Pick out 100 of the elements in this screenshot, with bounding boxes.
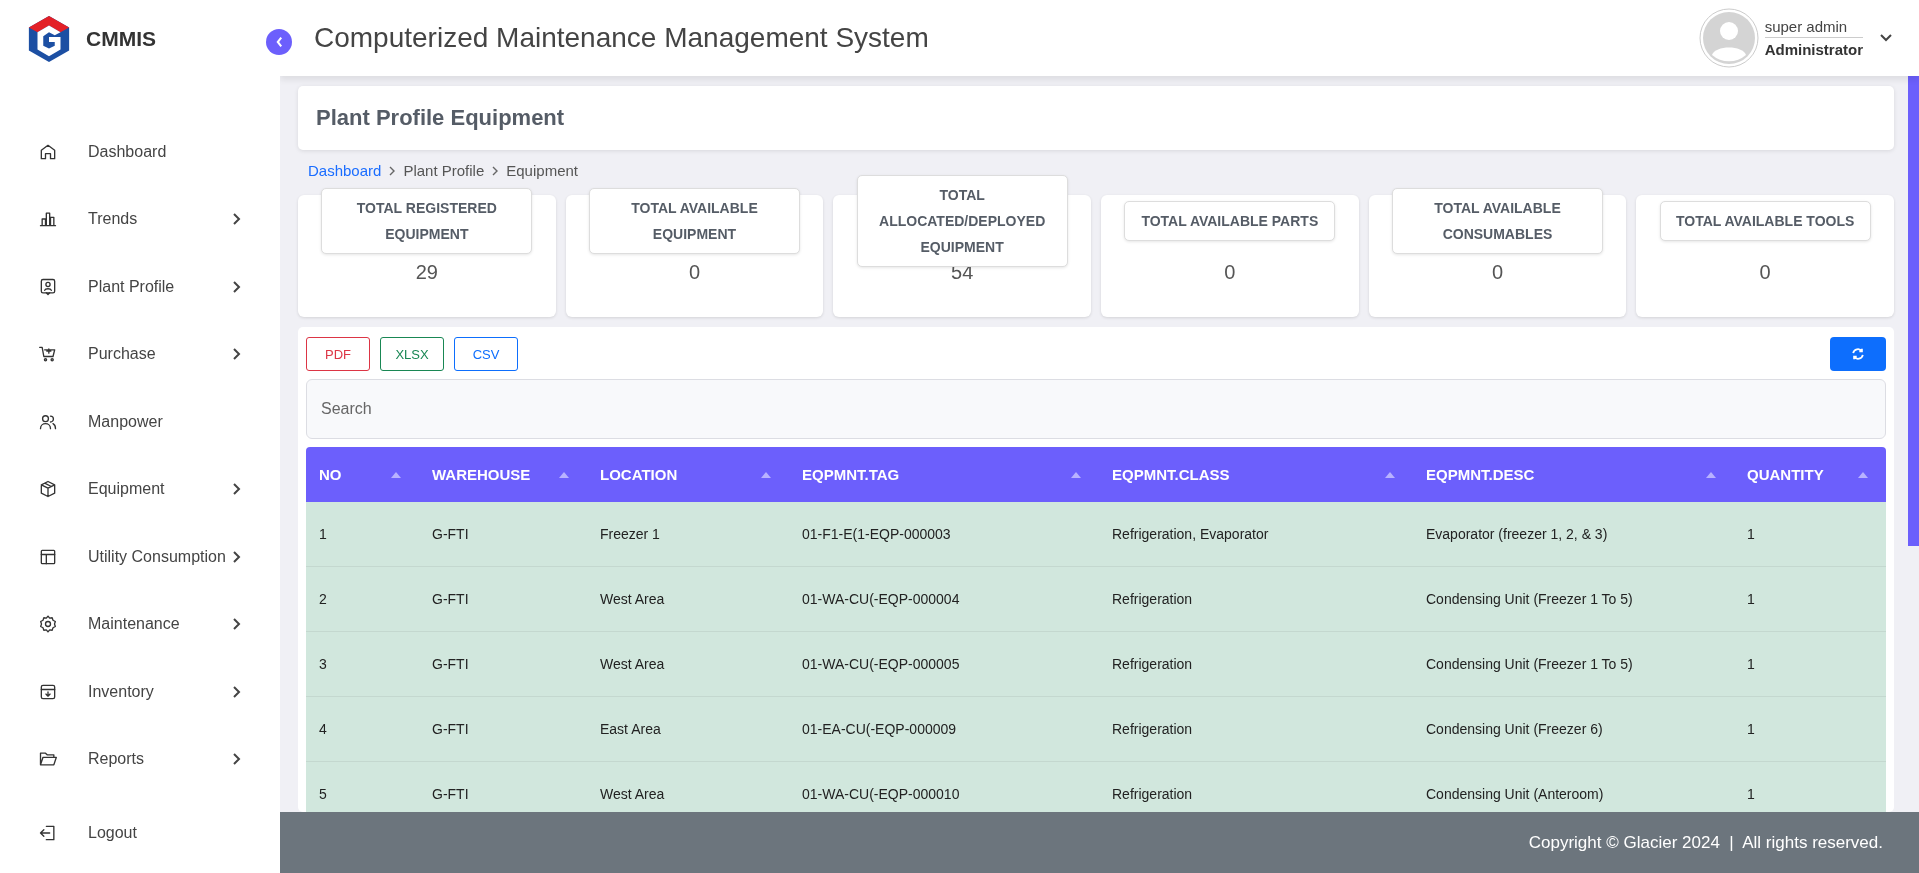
sort-icon[interactable] [559,471,569,478]
breadcrumb-item: Plant Profile [403,162,485,179]
table-cell: G-FTI [432,591,469,607]
stat-value: 29 [415,261,438,284]
avatar-icon[interactable] [1698,8,1759,68]
stat-label: TOTAL AVAILABLE TOOLS [1659,201,1871,241]
table-cell: Refrigeration [1112,591,1193,607]
sort-icon[interactable] [1071,471,1081,478]
logout-link[interactable]: Logout [0,803,280,863]
sort-icon[interactable] [761,471,771,478]
refresh-icon [1851,347,1865,361]
user-name: super admin [1764,18,1863,38]
stat-label: TOTAL ALLOCATED/DEPLOYED EQUIPMENT [856,175,1068,267]
table-cell: G-FTI [432,656,469,672]
sidebar-item[interactable]: Manpower [0,388,280,456]
export-button[interactable]: PDF [306,337,370,371]
table-cell: G-FTI [432,786,469,802]
sort-icon[interactable] [1385,471,1395,478]
sidebar-item[interactable]: Reports [0,725,280,793]
table-cell: West Area [600,786,665,802]
breadcrumb-link[interactable]: Dashboard [308,162,382,179]
table-cell: 1 [1747,591,1755,607]
table-cell: 1 [1747,786,1755,802]
app-title: Computerized Maintenance Management System [314,22,930,54]
id-card-icon [38,276,58,297]
table-cell: 01-WA-CU(-EQP-000010 [802,786,960,802]
logout-icon [38,823,58,843]
table-cell: West Area [600,656,665,672]
stat-value: 0 [1759,261,1771,284]
table-cell: Condensing Unit (Freezer 1 To 5) [1426,656,1633,672]
table-row[interactable]: 3 G-FTI West Area 01-WA-CU(-EQP-000005 Refrigeration Condensing Unit (Freezer 1 To 5) 1 [306,632,1886,697]
table-cell: 01-EA-CU(-EQP-000009 [802,721,957,737]
column-header[interactable]: QUANTITY [1747,466,1858,483]
table-cell: East Area [600,721,661,737]
sidebar-item[interactable]: Plant Profile [0,253,280,321]
refresh-button[interactable] [1830,337,1886,371]
table-cell: Refrigeration [1112,656,1193,672]
table-cell: Condensing Unit (Anteroom) [1426,786,1604,802]
column-header[interactable]: EQPMNT.TAG [802,466,1071,483]
table-cell: Condensing Unit (Freezer 1 To 5) [1426,591,1633,607]
column-header[interactable]: NO [319,466,391,483]
sidebar-item[interactable]: Equipment [0,455,280,523]
table-row[interactable]: 5 G-FTI West Area 01-WA-CU(-EQP-000010 Refrigeration Condensing Unit (Anteroom) 1 [306,762,1886,812]
column-header[interactable]: EQPMNT.DESC [1426,466,1706,483]
breadcrumb-item: Equipment [506,162,578,179]
table-cell: 1 [1747,656,1755,672]
table-cell: 2 [319,591,327,607]
sort-icon[interactable] [391,471,401,478]
sidebar-item[interactable]: Dashboard [0,118,280,186]
sort-icon[interactable] [1706,471,1716,478]
table-row[interactable]: 1 G-FTI Freezer 1 01-F1-E(1-EQP-000003 Refrigeration, Evaporator Evaporator (freezer 1, 2, & 3) 1 [306,502,1886,567]
sort-icon[interactable] [1858,471,1868,478]
table-cell: Refrigeration [1112,786,1193,802]
stat-label: TOTAL REGISTERED EQUIPMENT [321,188,533,254]
brand-name: CMMIS [86,27,156,51]
stat-value: 0 [1491,261,1504,284]
settings-icon [38,614,58,635]
table-row[interactable]: 2 G-FTI West Area 01-WA-CU(-EQP-000004 Refrigeration Condensing Unit (Freezer 1 To 5) 1 [306,567,1886,632]
chevron-down-icon[interactable] [1879,33,1893,43]
stat-label: TOTAL AVAILABLE PARTS [1124,201,1336,241]
user-role: Administrator [1764,40,1863,58]
sidebar-item[interactable]: Purchase [0,320,280,388]
logo-icon [26,14,72,64]
table-cell: 1 [1747,526,1755,542]
chevron-right-icon [389,165,396,176]
table-cell: Condensing Unit (Freezer 6) [1426,721,1603,737]
table-cell: 01-WA-CU(-EQP-000005 [802,656,960,672]
table-row[interactable]: 4 G-FTI East Area 01-EA-CU(-EQP-000009 Refrigeration Condensing Unit (Freezer 6) 1 [306,697,1886,762]
table-cell: 3 [319,656,327,672]
sidebar-item[interactable]: Maintenance [0,590,280,658]
table-cell: G-FTI [432,526,469,542]
table-cell: 4 [319,721,327,737]
table-cell: Freezer 1 [600,526,660,542]
stat-value: 0 [1224,261,1236,284]
sidebar-item[interactable]: Inventory [0,658,280,726]
table-cell: 5 [319,786,327,802]
footer: Copyright © Glacier 2024 | All rights reserved. [280,812,1919,873]
table-cell: Evaporator (freezer 1, 2, & 3) [1426,526,1608,542]
scrollbar-thumb[interactable] [1908,76,1919,546]
sidebar-item[interactable]: Utility Consumption [0,523,280,591]
collapse-button[interactable] [266,29,292,55]
table-cell: West Area [600,591,665,607]
stat-value: 0 [688,261,701,284]
cart-icon [38,344,58,365]
table-cell: Refrigeration, Evaporator [1112,526,1269,542]
export-button[interactable]: XLSX [380,337,444,371]
stat-label: TOTAL AVAILABLE CONSUMABLES [1391,188,1604,254]
table-cell: 01-WA-CU(-EQP-000004 [802,591,960,607]
export-button[interactable]: CSV [454,337,518,371]
stat-label: TOTAL AVAILABLE EQUIPMENT [588,188,801,254]
table-cell: 1 [1747,721,1755,737]
column-header[interactable]: WAREHOUSE [432,466,559,483]
search-field[interactable]: Search [306,379,1886,439]
table-cell: G-FTI [432,721,469,737]
chevron-right-icon [492,165,499,176]
cube-icon [38,479,58,500]
table-cell: 01-F1-E(1-EQP-000003 [802,526,951,542]
column-header[interactable]: LOCATION [600,466,761,483]
sidebar-item[interactable]: Trends [0,185,280,253]
column-header[interactable]: EQPMNT.CLASS [1112,466,1385,483]
